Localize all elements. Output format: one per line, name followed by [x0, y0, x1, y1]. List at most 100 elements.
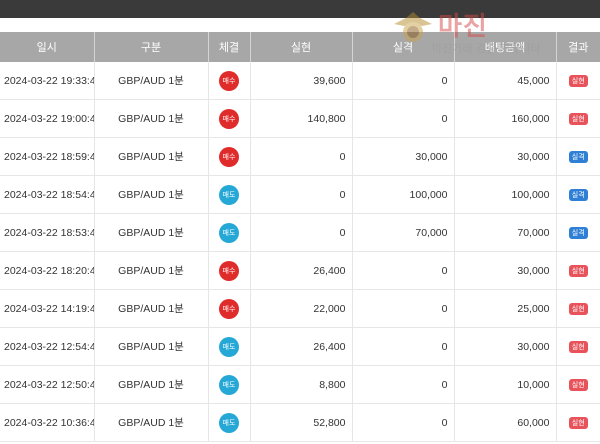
result-badge: 실현 [568, 379, 588, 391]
result-badge: 실현 [568, 113, 588, 125]
cell-profit: 22,000 [250, 289, 353, 328]
trade-history-table: 일시 구분 체결 실현 실격 배팅금액 결과 2024-03-22 19:33:… [0, 32, 600, 442]
cell-type: GBP/AUD 1분 [94, 62, 209, 100]
cell-result: 실현 [556, 99, 600, 138]
cell-amount: 100,000 [454, 175, 557, 214]
watermark-subtitle: 마진거래 검증 커뮤니티 [432, 42, 541, 55]
cell-side: 매도 [208, 213, 251, 252]
cell-profit: 8,800 [250, 365, 353, 404]
cell-side: 매도 [208, 403, 251, 442]
cell-amount: 10,000 [454, 365, 557, 404]
result-badge: 실현 [568, 75, 588, 87]
cell-amount: 70,000 [454, 213, 557, 252]
cell-side: 매도 [208, 327, 251, 366]
cell-type: GBP/AUD 1분 [94, 175, 209, 214]
buy-badge: 매수 [219, 260, 239, 281]
cell-loss: 0 [352, 289, 455, 328]
cell-time: 2024-03-22 14:19:49 [0, 289, 95, 328]
cell-result: 실현 [556, 62, 600, 100]
cell-result: 실격 [556, 137, 600, 176]
buy-badge: 매수 [219, 146, 239, 167]
cell-result: 실현 [556, 327, 600, 366]
table-row: 2024-03-22 14:19:49 GBP/AUD 1분 매수 22,000 0 25… [0, 289, 600, 328]
cell-amount: 30,000 [454, 327, 557, 366]
cell-profit: 26,400 [250, 327, 353, 366]
cell-loss: 70,000 [352, 213, 455, 252]
cell-side: 매수 [208, 137, 251, 176]
buy-badge: 매수 [219, 70, 239, 91]
cell-loss: 0 [352, 403, 455, 442]
cell-profit: 39,600 [250, 62, 353, 100]
table-row: 2024-03-22 19:00:47 GBP/AUD 1분 매수 140,800 0 1… [0, 99, 600, 138]
col-header-side: 체결 [208, 32, 251, 62]
sell-badge: 매도 [219, 222, 239, 243]
cell-time: 2024-03-22 19:33:47 [0, 62, 95, 100]
cell-type: GBP/AUD 1분 [94, 137, 209, 176]
result-badge: 실현 [568, 303, 588, 315]
cell-time: 2024-03-22 12:54:47 [0, 327, 95, 366]
cell-type: GBP/AUD 1분 [94, 251, 209, 290]
sell-badge: 매도 [219, 412, 239, 433]
cell-profit: 52,800 [250, 403, 353, 442]
site-watermark: 마진 마진거래 검증 커뮤니티 [392, 6, 592, 62]
cell-loss: 0 [352, 99, 455, 138]
result-badge: 실현 [568, 341, 588, 353]
cell-loss: 0 [352, 251, 455, 290]
cell-profit: 0 [250, 175, 353, 214]
cell-side: 매수 [208, 251, 251, 290]
cell-profit: 0 [250, 137, 353, 176]
cell-type: GBP/AUD 1분 [94, 365, 209, 404]
col-header-profit: 실현 [250, 32, 353, 62]
cell-loss: 30,000 [352, 137, 455, 176]
result-badge: 실현 [568, 265, 588, 277]
col-header-time: 일시 [0, 32, 95, 62]
table-row: 2024-03-22 10:36:48 GBP/AUD 1분 매도 52,800 0 60… [0, 403, 600, 442]
cell-profit: 26,400 [250, 251, 353, 290]
cell-loss: 0 [352, 62, 455, 100]
sell-badge: 매도 [219, 374, 239, 395]
cell-amount: 25,000 [454, 289, 557, 328]
cell-result: 실현 [556, 403, 600, 442]
result-badge: 실현 [568, 417, 588, 429]
cell-time: 2024-03-22 18:20:49 [0, 251, 95, 290]
cell-time: 2024-03-22 18:54:47 [0, 175, 95, 214]
cell-result: 실현 [556, 289, 600, 328]
cell-loss: 0 [352, 365, 455, 404]
table-row: 2024-03-22 18:53:48 GBP/AUD 1분 매도 0 70,000 70… [0, 213, 600, 252]
table-row: 2024-03-22 18:54:47 GBP/AUD 1분 매도 0 100,000 1… [0, 175, 600, 214]
cell-result: 실격 [556, 213, 600, 252]
cell-loss: 0 [352, 327, 455, 366]
eagle-emblem-icon [394, 12, 432, 42]
cell-result: 실격 [556, 175, 600, 214]
cell-time: 2024-03-22 10:36:48 [0, 403, 95, 442]
cell-amount: 160,000 [454, 99, 557, 138]
result-badge: 실격 [568, 151, 588, 163]
cell-time: 2024-03-22 19:00:47 [0, 99, 95, 138]
buy-badge: 매수 [219, 108, 239, 129]
cell-side: 매도 [208, 175, 251, 214]
table-row: 2024-03-22 19:33:47 GBP/AUD 1분 매수 39,600 0 45… [0, 62, 600, 100]
sell-badge: 매도 [219, 336, 239, 357]
cell-profit: 0 [250, 213, 353, 252]
col-header-type: 구분 [94, 32, 209, 62]
cell-type: GBP/AUD 1분 [94, 403, 209, 442]
cell-side: 매수 [208, 62, 251, 100]
cell-type: GBP/AUD 1분 [94, 99, 209, 138]
result-badge: 실격 [568, 189, 588, 201]
cell-profit: 140,800 [250, 99, 353, 138]
cell-side: 매수 [208, 289, 251, 328]
cell-time: 2024-03-22 12:50:49 [0, 365, 95, 404]
table-row: 2024-03-22 12:50:49 GBP/AUD 1분 매도 8,800 0 10,… [0, 365, 600, 404]
cell-time: 2024-03-22 18:53:48 [0, 213, 95, 252]
cell-time: 2024-03-22 18:59:49 [0, 137, 95, 176]
cell-type: GBP/AUD 1분 [94, 213, 209, 252]
cell-side: 매수 [208, 99, 251, 138]
cell-result: 실현 [556, 251, 600, 290]
cell-amount: 30,000 [454, 251, 557, 290]
cell-side: 매도 [208, 365, 251, 404]
cell-result: 실현 [556, 365, 600, 404]
cell-type: GBP/AUD 1분 [94, 327, 209, 366]
cell-type: GBP/AUD 1분 [94, 289, 209, 328]
cell-loss: 100,000 [352, 175, 455, 214]
table-row: 2024-03-22 12:54:47 GBP/AUD 1분 매도 26,400 0 30… [0, 327, 600, 366]
